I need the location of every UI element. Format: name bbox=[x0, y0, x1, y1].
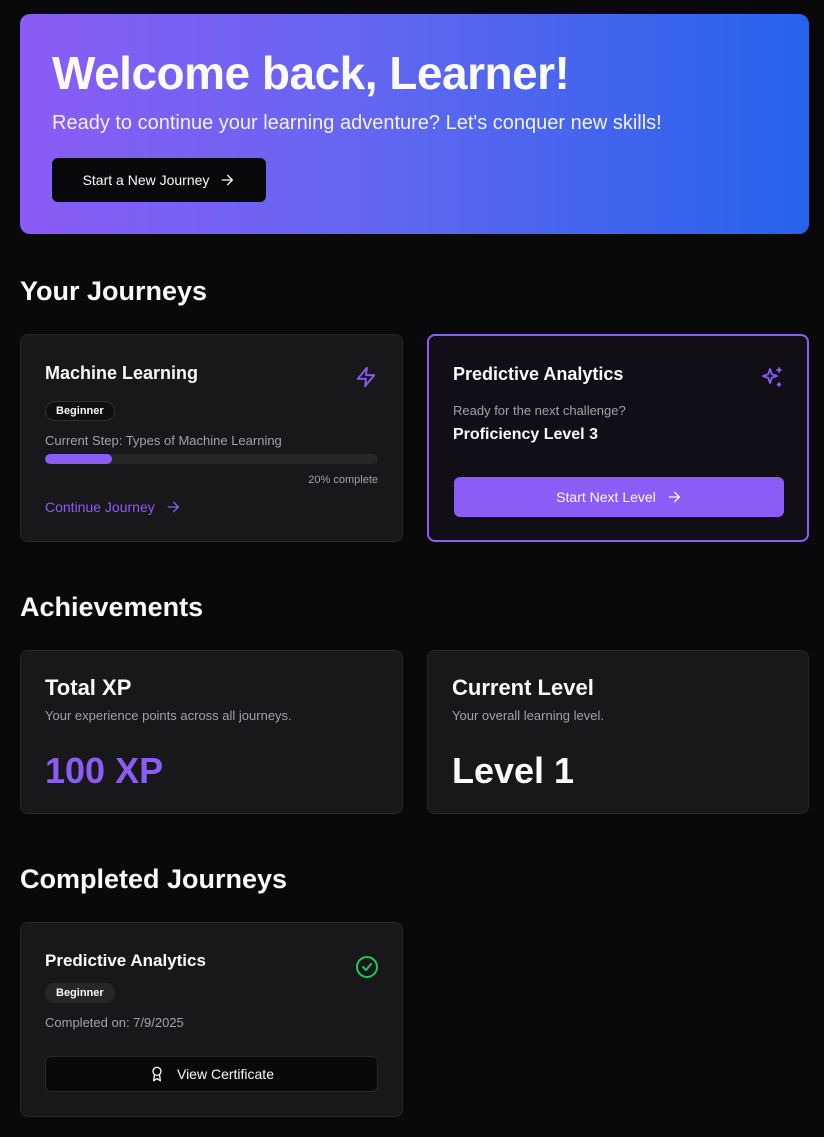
completed-journeys-heading: Completed Journeys bbox=[20, 864, 288, 894]
current-level-description: Your overall learning level. bbox=[452, 708, 605, 723]
current-step-text: Current Step: Types of Machine Learning bbox=[45, 433, 282, 448]
difficulty-badge: Beginner bbox=[45, 983, 115, 1003]
progress-percent-text: 20% complete bbox=[308, 474, 378, 486]
view-certificate-label: View Certificate bbox=[176, 1066, 274, 1082]
view-certificate-button[interactable]: View Certificate bbox=[45, 1056, 378, 1092]
journey-card-machine-learning: Machine Learning Beginner Current Step: … bbox=[20, 334, 403, 542]
total-xp-title: Total XP bbox=[45, 675, 132, 700]
completed-on-text: Completed on: 7/9/2025 bbox=[45, 1015, 184, 1030]
achievements-heading: Achievements bbox=[20, 592, 204, 622]
start-next-level-label: Start Next Level bbox=[556, 489, 656, 505]
total-xp-value: 100 XP bbox=[45, 750, 164, 791]
difficulty-badge: Beginner bbox=[45, 401, 115, 421]
next-challenge-prompt: Ready for the next challenge? bbox=[453, 403, 626, 418]
start-new-journey-button[interactable]: Start a New Journey bbox=[52, 158, 266, 202]
completed-journey-card: Predictive Analytics Beginner Completed … bbox=[20, 922, 403, 1117]
sparkles-icon bbox=[759, 365, 785, 391]
arrow-right-icon bbox=[666, 489, 682, 505]
welcome-banner: Welcome back, Learner! Ready to continue… bbox=[20, 14, 809, 234]
award-icon bbox=[149, 1066, 165, 1082]
continue-journey-label: Continue Journey bbox=[45, 499, 155, 515]
completed-journey-title: Predictive Analytics bbox=[45, 951, 206, 970]
next-level-title: Predictive Analytics bbox=[453, 364, 624, 384]
current-level-value: Level 1 bbox=[452, 750, 575, 791]
proficiency-level-text: Proficiency Level 3 bbox=[453, 426, 598, 443]
start-new-journey-label: Start a New Journey bbox=[82, 172, 210, 188]
continue-journey-link[interactable]: Continue Journey bbox=[45, 499, 181, 515]
start-next-level-button[interactable]: Start Next Level bbox=[454, 477, 784, 517]
arrow-right-icon bbox=[165, 499, 181, 515]
welcome-title: Welcome back, Learner! bbox=[52, 47, 570, 99]
arrow-right-icon bbox=[219, 172, 235, 188]
current-level-card: Current Level Your overall learning leve… bbox=[427, 650, 809, 814]
check-circle-icon bbox=[354, 954, 380, 980]
lightning-icon bbox=[354, 365, 378, 389]
journey-title: Machine Learning bbox=[45, 363, 199, 383]
welcome-subtitle: Ready to continue your learning adventur… bbox=[52, 112, 662, 134]
your-journeys-heading: Your Journeys bbox=[20, 276, 208, 306]
total-xp-description: Your experience points across all journe… bbox=[45, 708, 292, 723]
next-level-card: Predictive Analytics Ready for the next … bbox=[427, 334, 809, 542]
current-level-title: Current Level bbox=[452, 675, 594, 700]
total-xp-card: Total XP Your experience points across a… bbox=[20, 650, 403, 814]
journey-progress-fill bbox=[45, 454, 112, 464]
journey-progress-bar bbox=[45, 454, 378, 464]
